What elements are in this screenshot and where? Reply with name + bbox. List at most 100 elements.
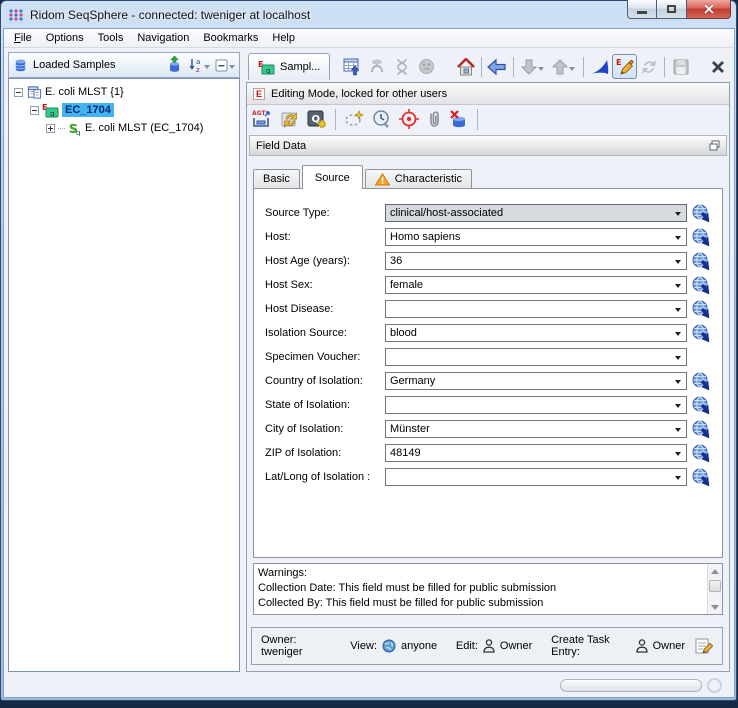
sort-button[interactable]: a z xyxy=(189,58,210,73)
menu-options[interactable]: Options xyxy=(39,30,91,46)
menu-tools[interactable]: Tools xyxy=(91,30,131,46)
svg-text:a: a xyxy=(196,58,200,66)
menu-navigation[interactable]: Navigation xyxy=(130,30,196,46)
zip-combobox[interactable]: 48149 xyxy=(385,444,687,462)
tab-source[interactable]: Source xyxy=(302,165,363,189)
ontology-lookup-button[interactable] xyxy=(691,276,711,295)
warnings-scrollbar[interactable] xyxy=(707,564,722,614)
owner-text: Owner: tweniger xyxy=(261,634,332,658)
go-up-button[interactable] xyxy=(549,54,581,79)
progress-bar xyxy=(560,679,702,692)
state-combobox[interactable] xyxy=(385,396,687,414)
latlong-combobox[interactable] xyxy=(385,468,687,486)
cluster-button[interactable] xyxy=(415,54,440,79)
field-row-specimen-voucher: Specimen Voucher: xyxy=(254,345,722,369)
ontology-lookup-button[interactable] xyxy=(691,396,711,415)
country-combobox[interactable]: Germany xyxy=(385,372,687,390)
scroll-up-icon xyxy=(711,565,719,574)
toolbar-separator xyxy=(583,57,584,77)
edit-permissions-button[interactable] xyxy=(695,637,713,655)
isolation-source-combobox[interactable]: blood xyxy=(385,324,687,342)
scrollbar-thumb[interactable] xyxy=(709,580,721,592)
tree-node-sample[interactable]: E q EC_1704 xyxy=(9,101,239,119)
refresh-icon xyxy=(640,58,658,76)
dropdown-arrow-icon xyxy=(675,356,681,363)
globe-lookup-icon xyxy=(691,396,710,415)
tree-node-task[interactable]: S q E. coli MLST (EC_1704) xyxy=(9,119,239,137)
menu-help[interactable]: Help xyxy=(265,30,302,46)
history-button[interactable] xyxy=(372,109,392,129)
field-data-tabs: Basic Source Characteristic xyxy=(253,164,729,188)
table-export-button[interactable] xyxy=(340,54,365,79)
close-button[interactable] xyxy=(687,0,731,19)
tree-view-button[interactable] xyxy=(365,54,390,79)
pipeline-button[interactable] xyxy=(587,54,612,79)
ontology-lookup-button[interactable] xyxy=(691,324,711,343)
specimen-voucher-combobox[interactable] xyxy=(385,348,687,366)
edit-mode-toggle[interactable]: E xyxy=(612,54,637,79)
tab-characteristic[interactable]: Characteristic xyxy=(365,169,472,188)
ontology-lookup-button[interactable] xyxy=(691,204,711,223)
tree-node-label: E. coli MLST (EC_1704) xyxy=(85,122,203,134)
title-bar[interactable]: Ridom SeqSphere - connected: tweniger at… xyxy=(8,5,310,25)
ontology-lookup-button[interactable] xyxy=(691,372,711,391)
query-settings-button[interactable]: Q xyxy=(307,109,327,129)
toolbar-separator xyxy=(513,57,514,77)
source-type-combobox[interactable]: clinical/host-associated xyxy=(385,204,687,222)
scroll-down-button[interactable] xyxy=(708,600,722,614)
reload-fields-button[interactable] xyxy=(280,109,300,129)
collapse-all-button[interactable] xyxy=(215,59,235,72)
field-data-header: Field Data xyxy=(249,135,727,156)
tree-node-project[interactable]: E. coli MLST {1} xyxy=(9,83,239,101)
svg-text:q: q xyxy=(50,110,54,118)
menu-file[interactable]: File xyxy=(7,30,39,46)
host-sex-combobox[interactable]: female xyxy=(385,276,687,294)
toolbar-separator xyxy=(664,57,665,77)
close-view-button[interactable] xyxy=(705,54,730,79)
home-icon xyxy=(456,58,476,76)
save-button[interactable] xyxy=(668,54,693,79)
menu-bookmarks[interactable]: Bookmarks xyxy=(196,30,265,46)
collapse-expander-icon[interactable] xyxy=(30,106,39,115)
back-button[interactable] xyxy=(485,54,510,79)
agt-export-button[interactable]: AGT xyxy=(252,109,273,129)
ontology-lookup-button[interactable] xyxy=(691,444,711,463)
import-samples-button[interactable] xyxy=(164,55,184,75)
sample-tab[interactable]: E q Sampl... xyxy=(248,53,330,80)
expand-expander-icon[interactable] xyxy=(46,124,55,133)
dna-button[interactable] xyxy=(390,54,415,79)
home-button[interactable] xyxy=(453,54,478,79)
warnings-title: Warnings: xyxy=(258,566,704,581)
maximize-button[interactable] xyxy=(657,0,687,19)
field-row-latlong: Lat/Long of Isolation : xyxy=(254,465,722,489)
dropdown-arrow-icon xyxy=(675,380,681,387)
tree-node-label-selected: EC_1704 xyxy=(62,103,114,117)
dropdown-arrow-icon xyxy=(675,404,681,411)
host-disease-combobox[interactable] xyxy=(385,300,687,318)
scroll-up-button[interactable] xyxy=(708,564,722,578)
collapse-expander-icon[interactable] xyxy=(14,88,23,97)
ontology-lookup-button[interactable] xyxy=(691,420,711,439)
go-down-button[interactable] xyxy=(517,54,549,79)
new-task-button[interactable] xyxy=(344,109,365,129)
target-button[interactable] xyxy=(399,109,419,129)
globe-lookup-icon xyxy=(691,204,710,223)
field-label: Source Type: xyxy=(265,207,385,219)
edit-person-icon xyxy=(483,639,495,653)
attachment-button[interactable] xyxy=(426,109,442,129)
minimize-button[interactable] xyxy=(627,0,657,19)
ontology-lookup-button[interactable] xyxy=(691,468,711,487)
host-combobox[interactable]: Homo sapiens xyxy=(385,228,687,246)
globe-lookup-icon xyxy=(691,324,710,343)
float-panel-button[interactable] xyxy=(709,140,720,151)
delete-from-db-button[interactable] xyxy=(449,109,469,129)
city-combobox[interactable]: Münster xyxy=(385,420,687,438)
view-globe-icon xyxy=(382,639,396,653)
tab-basic[interactable]: Basic xyxy=(253,169,300,188)
host-age-combobox[interactable]: 36 xyxy=(385,252,687,270)
ontology-lookup-button[interactable] xyxy=(691,300,711,319)
sync-button[interactable] xyxy=(637,54,662,79)
ontology-lookup-button[interactable] xyxy=(691,252,711,271)
ontology-lookup-button[interactable] xyxy=(691,228,711,247)
field-row-zip: ZIP of Isolation: 48149 xyxy=(254,441,722,465)
